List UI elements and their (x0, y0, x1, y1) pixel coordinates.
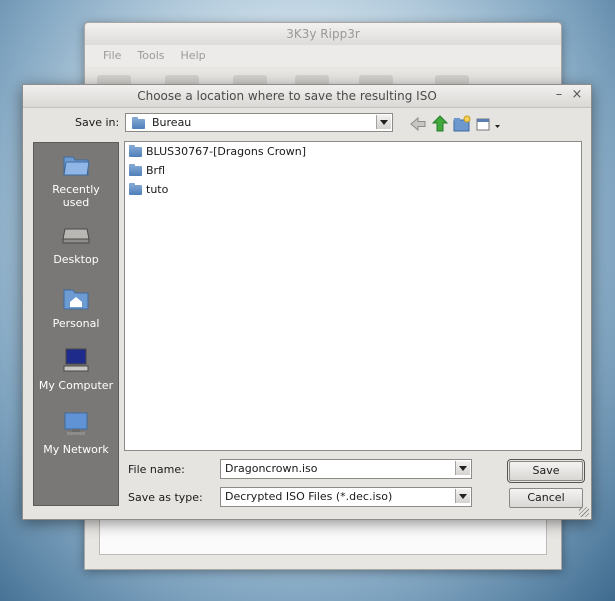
computer-icon (63, 348, 89, 372)
save-as-type-select[interactable]: Decrypted ISO Files (*.dec.iso) (220, 487, 472, 507)
file-name-value: Dragoncrown.iso (225, 462, 318, 475)
place-label: Desktop (53, 253, 99, 266)
save-in-value: Bureau (152, 116, 192, 129)
place-label: Personal (52, 317, 100, 330)
file-name: tuto (146, 183, 169, 196)
file-name: BLUS30767-[Dragons Crown] (146, 145, 307, 158)
desktop-icon (62, 228, 90, 244)
save-as-type-label: Save as type: (128, 491, 203, 504)
chevron-down-icon[interactable] (455, 461, 470, 475)
background-menubar: File Tools Help (85, 45, 561, 67)
place-desktop[interactable]: Desktop (34, 221, 118, 266)
minimize-button[interactable]: – (551, 87, 567, 103)
folder-icon (129, 183, 142, 195)
save-in-combo[interactable]: Bureau (125, 113, 393, 132)
back-arrow-icon[interactable] (409, 115, 427, 133)
place-my-computer[interactable]: My Computer (34, 347, 118, 392)
place-recently-used[interactable]: Recently used (34, 151, 118, 209)
up-folder-icon[interactable] (431, 115, 449, 133)
save-button[interactable]: Save (507, 459, 585, 483)
dialog-titlebar[interactable]: Choose a location where to save the resu… (23, 85, 591, 108)
cancel-button[interactable]: Cancel (509, 488, 583, 508)
menu-tools[interactable]: Tools (129, 45, 172, 67)
file-list[interactable]: BLUS30767-[Dragons Crown] Brfl tuto (124, 141, 582, 451)
place-label: My Network (43, 443, 109, 456)
folder-icon (129, 145, 142, 157)
close-button[interactable]: × (569, 87, 585, 103)
file-name: Brfl (146, 164, 165, 177)
place-personal[interactable]: Personal (34, 285, 118, 330)
folder-icon (129, 164, 142, 176)
save-in-label: Save in: (75, 116, 120, 129)
menu-file[interactable]: File (95, 45, 129, 67)
save-as-type-value: Decrypted ISO Files (*.dec.iso) (225, 490, 393, 503)
menu-help[interactable]: Help (173, 45, 214, 67)
recent-folder-icon (63, 156, 90, 176)
place-my-network[interactable]: My Network (34, 411, 118, 456)
list-item[interactable]: BLUS30767-[Dragons Crown] (129, 143, 306, 161)
new-folder-icon[interactable] (453, 115, 471, 133)
chevron-down-icon[interactable] (455, 489, 470, 503)
network-icon (64, 412, 88, 435)
place-label: Recently used (52, 183, 100, 209)
list-item[interactable]: tuto (129, 181, 168, 199)
resize-grip[interactable] (579, 507, 589, 517)
chevron-down-icon[interactable] (376, 115, 391, 129)
places-sidebar: Recently used Desktop Personal My Comput… (33, 142, 119, 506)
file-name-label: File name: (128, 463, 185, 476)
save-dialog: Choose a location where to save the resu… (22, 84, 592, 520)
folder-icon (132, 117, 145, 129)
list-item[interactable]: Brfl (129, 162, 165, 180)
dialog-title: Choose a location where to save the resu… (137, 89, 437, 103)
background-app-title: 3K3y Ripp3r (85, 23, 561, 45)
file-name-field[interactable]: Dragoncrown.iso (220, 459, 472, 479)
place-label: My Computer (38, 379, 114, 392)
view-menu-icon[interactable] (475, 115, 501, 133)
home-folder-icon (63, 289, 89, 310)
